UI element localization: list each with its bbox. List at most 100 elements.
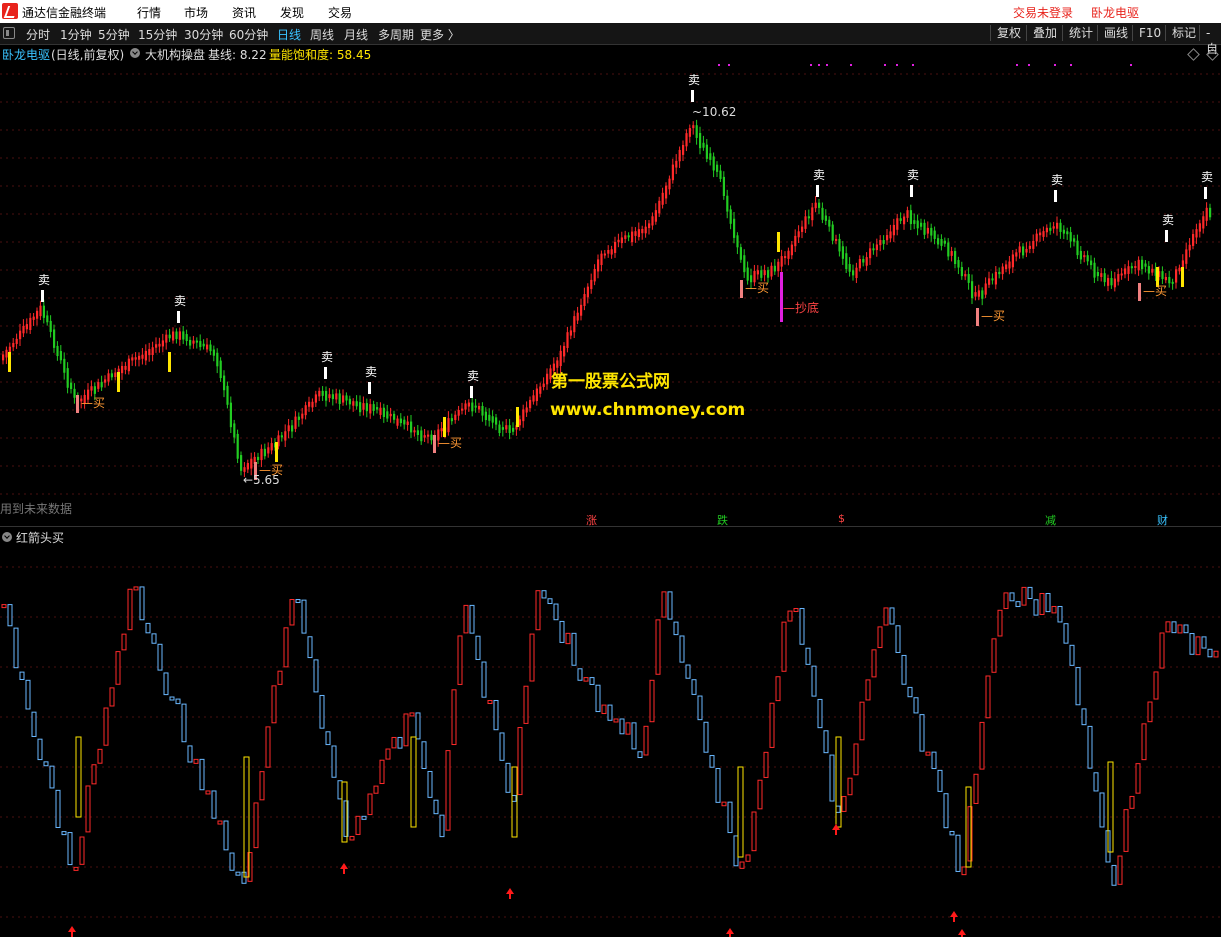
indicator-bar bbox=[355, 815, 361, 835]
candle-body bbox=[865, 257, 868, 266]
candle-body bbox=[1001, 266, 1004, 275]
indicator-bar bbox=[943, 793, 949, 829]
indicator-bar bbox=[385, 748, 391, 760]
event-dot bbox=[718, 64, 720, 66]
indicator-bar bbox=[163, 672, 169, 696]
indicator-bar bbox=[1177, 624, 1183, 634]
indicator-bar bbox=[229, 852, 235, 871]
sell-label: 卖 bbox=[907, 168, 919, 182]
red-arrow-icon bbox=[958, 929, 966, 935]
indicator-bar bbox=[793, 608, 799, 613]
tab-weekly[interactable]: 周线 bbox=[310, 26, 334, 43]
adjust-button[interactable]: 复权 bbox=[990, 25, 1021, 41]
bottom-label: —抄底 bbox=[783, 300, 819, 315]
tab-intraday[interactable]: 分时 bbox=[26, 26, 50, 43]
f10-button[interactable]: F10 bbox=[1132, 25, 1161, 41]
stats-button[interactable]: 统计 bbox=[1062, 25, 1093, 41]
overlay-button[interactable]: 叠加 bbox=[1026, 25, 1057, 41]
mark-button[interactable]: 标记 bbox=[1165, 25, 1196, 41]
tab-monthly[interactable]: 月线 bbox=[344, 26, 368, 43]
candle-body bbox=[321, 390, 324, 396]
candle-body bbox=[607, 250, 610, 254]
menu-quotes[interactable]: 行情 bbox=[137, 4, 161, 21]
indicator-bar bbox=[583, 677, 589, 682]
diamond-icon[interactable] bbox=[1187, 48, 1200, 61]
login-status[interactable]: 交易未登录 bbox=[1013, 4, 1073, 21]
sub-indicator-title[interactable]: 红箭头买 bbox=[16, 529, 64, 546]
candle-body bbox=[1110, 278, 1113, 286]
indicator-bar bbox=[559, 620, 565, 643]
indicator-name[interactable]: 大机构操盘 bbox=[145, 46, 205, 63]
candle-body bbox=[671, 164, 674, 181]
candle-body bbox=[947, 242, 950, 257]
indicator-bar bbox=[1213, 650, 1219, 658]
candle-body bbox=[518, 419, 521, 426]
custom-button[interactable]: -自 bbox=[1199, 25, 1221, 56]
indicator-bar bbox=[901, 654, 907, 685]
candle-body bbox=[906, 210, 909, 218]
indicator-bar bbox=[1159, 632, 1165, 669]
sell-label: 卖 bbox=[688, 73, 700, 87]
indicator-bar bbox=[1, 604, 7, 609]
indicator-bar bbox=[1015, 601, 1021, 608]
menu-market[interactable]: 市场 bbox=[184, 4, 208, 21]
indicator-bar bbox=[145, 622, 151, 634]
indicator-chart[interactable] bbox=[0, 547, 1221, 937]
indicator-bar bbox=[679, 635, 685, 663]
pin-icon[interactable] bbox=[3, 27, 15, 39]
indicator-bar bbox=[367, 793, 373, 816]
menu-news[interactable]: 资讯 bbox=[232, 4, 256, 21]
candle-body bbox=[529, 399, 532, 409]
candle-body bbox=[246, 463, 249, 470]
indicator-bar bbox=[205, 790, 211, 795]
tab-30min[interactable]: 30分钟 bbox=[184, 26, 223, 43]
tab-daily[interactable]: 日线 bbox=[277, 26, 301, 43]
indicator-bar bbox=[181, 703, 187, 743]
yellow-indicator-bar bbox=[75, 736, 82, 818]
news-tag-dollar[interactable]: $ bbox=[838, 512, 845, 525]
candle-body bbox=[410, 421, 413, 433]
future-data-warning: 用到未来数据 bbox=[0, 502, 73, 516]
indicator-bar bbox=[949, 830, 955, 836]
candle-body bbox=[746, 267, 749, 281]
indicator-dropdown-icon[interactable] bbox=[2, 532, 12, 542]
indicator-dropdown-icon[interactable] bbox=[130, 48, 140, 58]
menu-discover[interactable]: 发现 bbox=[280, 4, 304, 21]
candle-body bbox=[954, 251, 957, 265]
event-dot bbox=[884, 64, 886, 66]
indicator-bar bbox=[547, 598, 553, 605]
candle-body bbox=[801, 226, 804, 232]
tab-5min[interactable]: 5分钟 bbox=[98, 26, 130, 43]
menu-trade[interactable]: 交易 bbox=[328, 4, 352, 21]
candle-body bbox=[998, 271, 1001, 275]
indicator-bar bbox=[1123, 809, 1129, 852]
tab-60min[interactable]: 60分钟 bbox=[229, 26, 268, 43]
candle-body bbox=[8, 346, 11, 353]
candle-body bbox=[294, 416, 297, 429]
indicator-bar bbox=[955, 834, 961, 872]
candle-body bbox=[1015, 252, 1018, 257]
candlestick-chart[interactable]: 卖卖卖卖 卖卖卖卖卖卖卖—买—买—买—买—买—买—抄底~10.62←5.65 bbox=[0, 62, 1221, 502]
draw-button[interactable]: 画线 bbox=[1097, 25, 1128, 41]
candle-body bbox=[920, 222, 923, 227]
candle-body bbox=[39, 305, 42, 317]
tab-15min[interactable]: 15分钟 bbox=[138, 26, 177, 43]
brand-label[interactable]: 卧龙电驱 bbox=[1091, 4, 1139, 21]
indicator-bar bbox=[1201, 636, 1207, 649]
candle-body bbox=[32, 316, 35, 320]
indicator-bar bbox=[697, 695, 703, 721]
indicator-bar bbox=[601, 704, 607, 715]
candle-body bbox=[2, 354, 5, 361]
candle-body bbox=[491, 416, 494, 423]
candle-body bbox=[29, 317, 32, 331]
indicator-bar bbox=[55, 789, 61, 828]
stock-name[interactable]: 卧龙电驱 bbox=[2, 46, 50, 63]
candle-body bbox=[114, 372, 117, 377]
candle-body bbox=[739, 247, 742, 260]
candle-body bbox=[665, 185, 668, 199]
tab-multi-period[interactable]: 多周期 bbox=[378, 26, 414, 43]
diamond-icon[interactable] bbox=[1206, 48, 1219, 61]
pane-divider[interactable] bbox=[0, 526, 1221, 527]
tab-more[interactable]: 更多 〉 bbox=[420, 26, 460, 43]
tab-1min[interactable]: 1分钟 bbox=[60, 26, 92, 43]
